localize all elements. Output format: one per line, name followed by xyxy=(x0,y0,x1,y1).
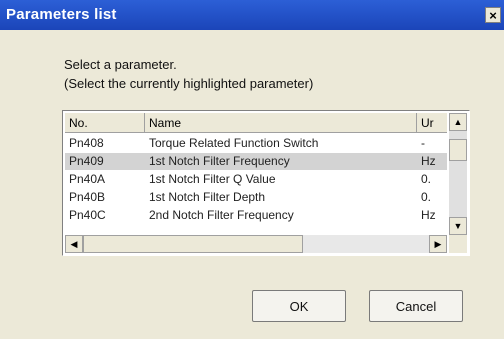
list-row[interactable]: Pn40C 2nd Notch Filter Frequency Hz xyxy=(65,207,447,224)
scroll-left-button[interactable]: ◀ xyxy=(65,235,83,253)
parameter-list[interactable]: No. Name Ur Pn408 Torque Related Functio… xyxy=(62,110,470,256)
list-rows: Pn408 Torque Related Function Switch - P… xyxy=(65,135,447,233)
arrow-down-icon: ▼ xyxy=(453,221,463,231)
scrollbar-corner xyxy=(449,235,467,253)
row-unit: Hz xyxy=(421,208,436,222)
scroll-down-button[interactable]: ▼ xyxy=(449,217,467,235)
row-unit: - xyxy=(421,136,425,150)
row-no: Pn409 xyxy=(69,154,104,168)
window-title: Parameters list xyxy=(6,6,117,23)
row-no: Pn40A xyxy=(69,172,106,186)
arrow-right-icon: ▶ xyxy=(434,238,442,249)
arrow-up-icon: ▲ xyxy=(453,117,463,127)
row-name: 2nd Notch Filter Frequency xyxy=(149,208,294,222)
column-header-unit[interactable]: Ur xyxy=(417,113,447,133)
horizontal-scrollbar[interactable]: ◀ ▶ xyxy=(65,235,447,253)
row-no: Pn40B xyxy=(69,190,106,204)
row-name: 1st Notch Filter Frequency xyxy=(149,154,290,168)
parameters-list-dialog: Parameters list × Select a parameter. (S… xyxy=(0,0,504,339)
row-name: 1st Notch Filter Depth xyxy=(149,190,266,204)
column-header-name[interactable]: Name xyxy=(145,113,417,133)
vertical-scrollbar[interactable]: ▲ ▼ xyxy=(449,113,467,235)
instruction-line-1: Select a parameter. xyxy=(64,57,177,72)
arrow-left-icon: ◀ xyxy=(70,238,78,249)
cancel-button[interactable]: Cancel xyxy=(369,290,463,322)
row-unit: 0. xyxy=(421,172,432,186)
list-row[interactable]: Pn40A 1st Notch Filter Q Value 0. xyxy=(65,171,447,188)
list-row[interactable]: Pn408 Torque Related Function Switch - xyxy=(65,135,447,152)
row-name: Torque Related Function Switch xyxy=(149,136,319,150)
close-icon: × xyxy=(489,7,497,23)
scroll-right-button[interactable]: ▶ xyxy=(429,235,447,253)
horizontal-scroll-thumb[interactable] xyxy=(83,235,303,253)
row-unit: 0. xyxy=(421,190,432,204)
column-header-no[interactable]: No. xyxy=(65,113,145,133)
row-name: 1st Notch Filter Q Value xyxy=(149,172,276,186)
vertical-scroll-thumb[interactable] xyxy=(449,139,467,161)
row-no: Pn408 xyxy=(69,136,104,150)
list-header: No. Name Ur xyxy=(65,113,447,133)
close-button[interactable]: × xyxy=(485,7,501,23)
list-row-selected[interactable]: Pn409 1st Notch Filter Frequency Hz xyxy=(65,153,447,170)
row-unit: Hz xyxy=(421,154,436,168)
row-no: Pn40C xyxy=(69,208,106,222)
list-row[interactable]: Pn40B 1st Notch Filter Depth 0. xyxy=(65,189,447,206)
ok-button[interactable]: OK xyxy=(252,290,346,322)
instruction-line-2: (Select the currently highlighted parame… xyxy=(64,76,314,91)
scroll-up-button[interactable]: ▲ xyxy=(449,113,467,131)
title-bar: Parameters list xyxy=(0,0,504,30)
